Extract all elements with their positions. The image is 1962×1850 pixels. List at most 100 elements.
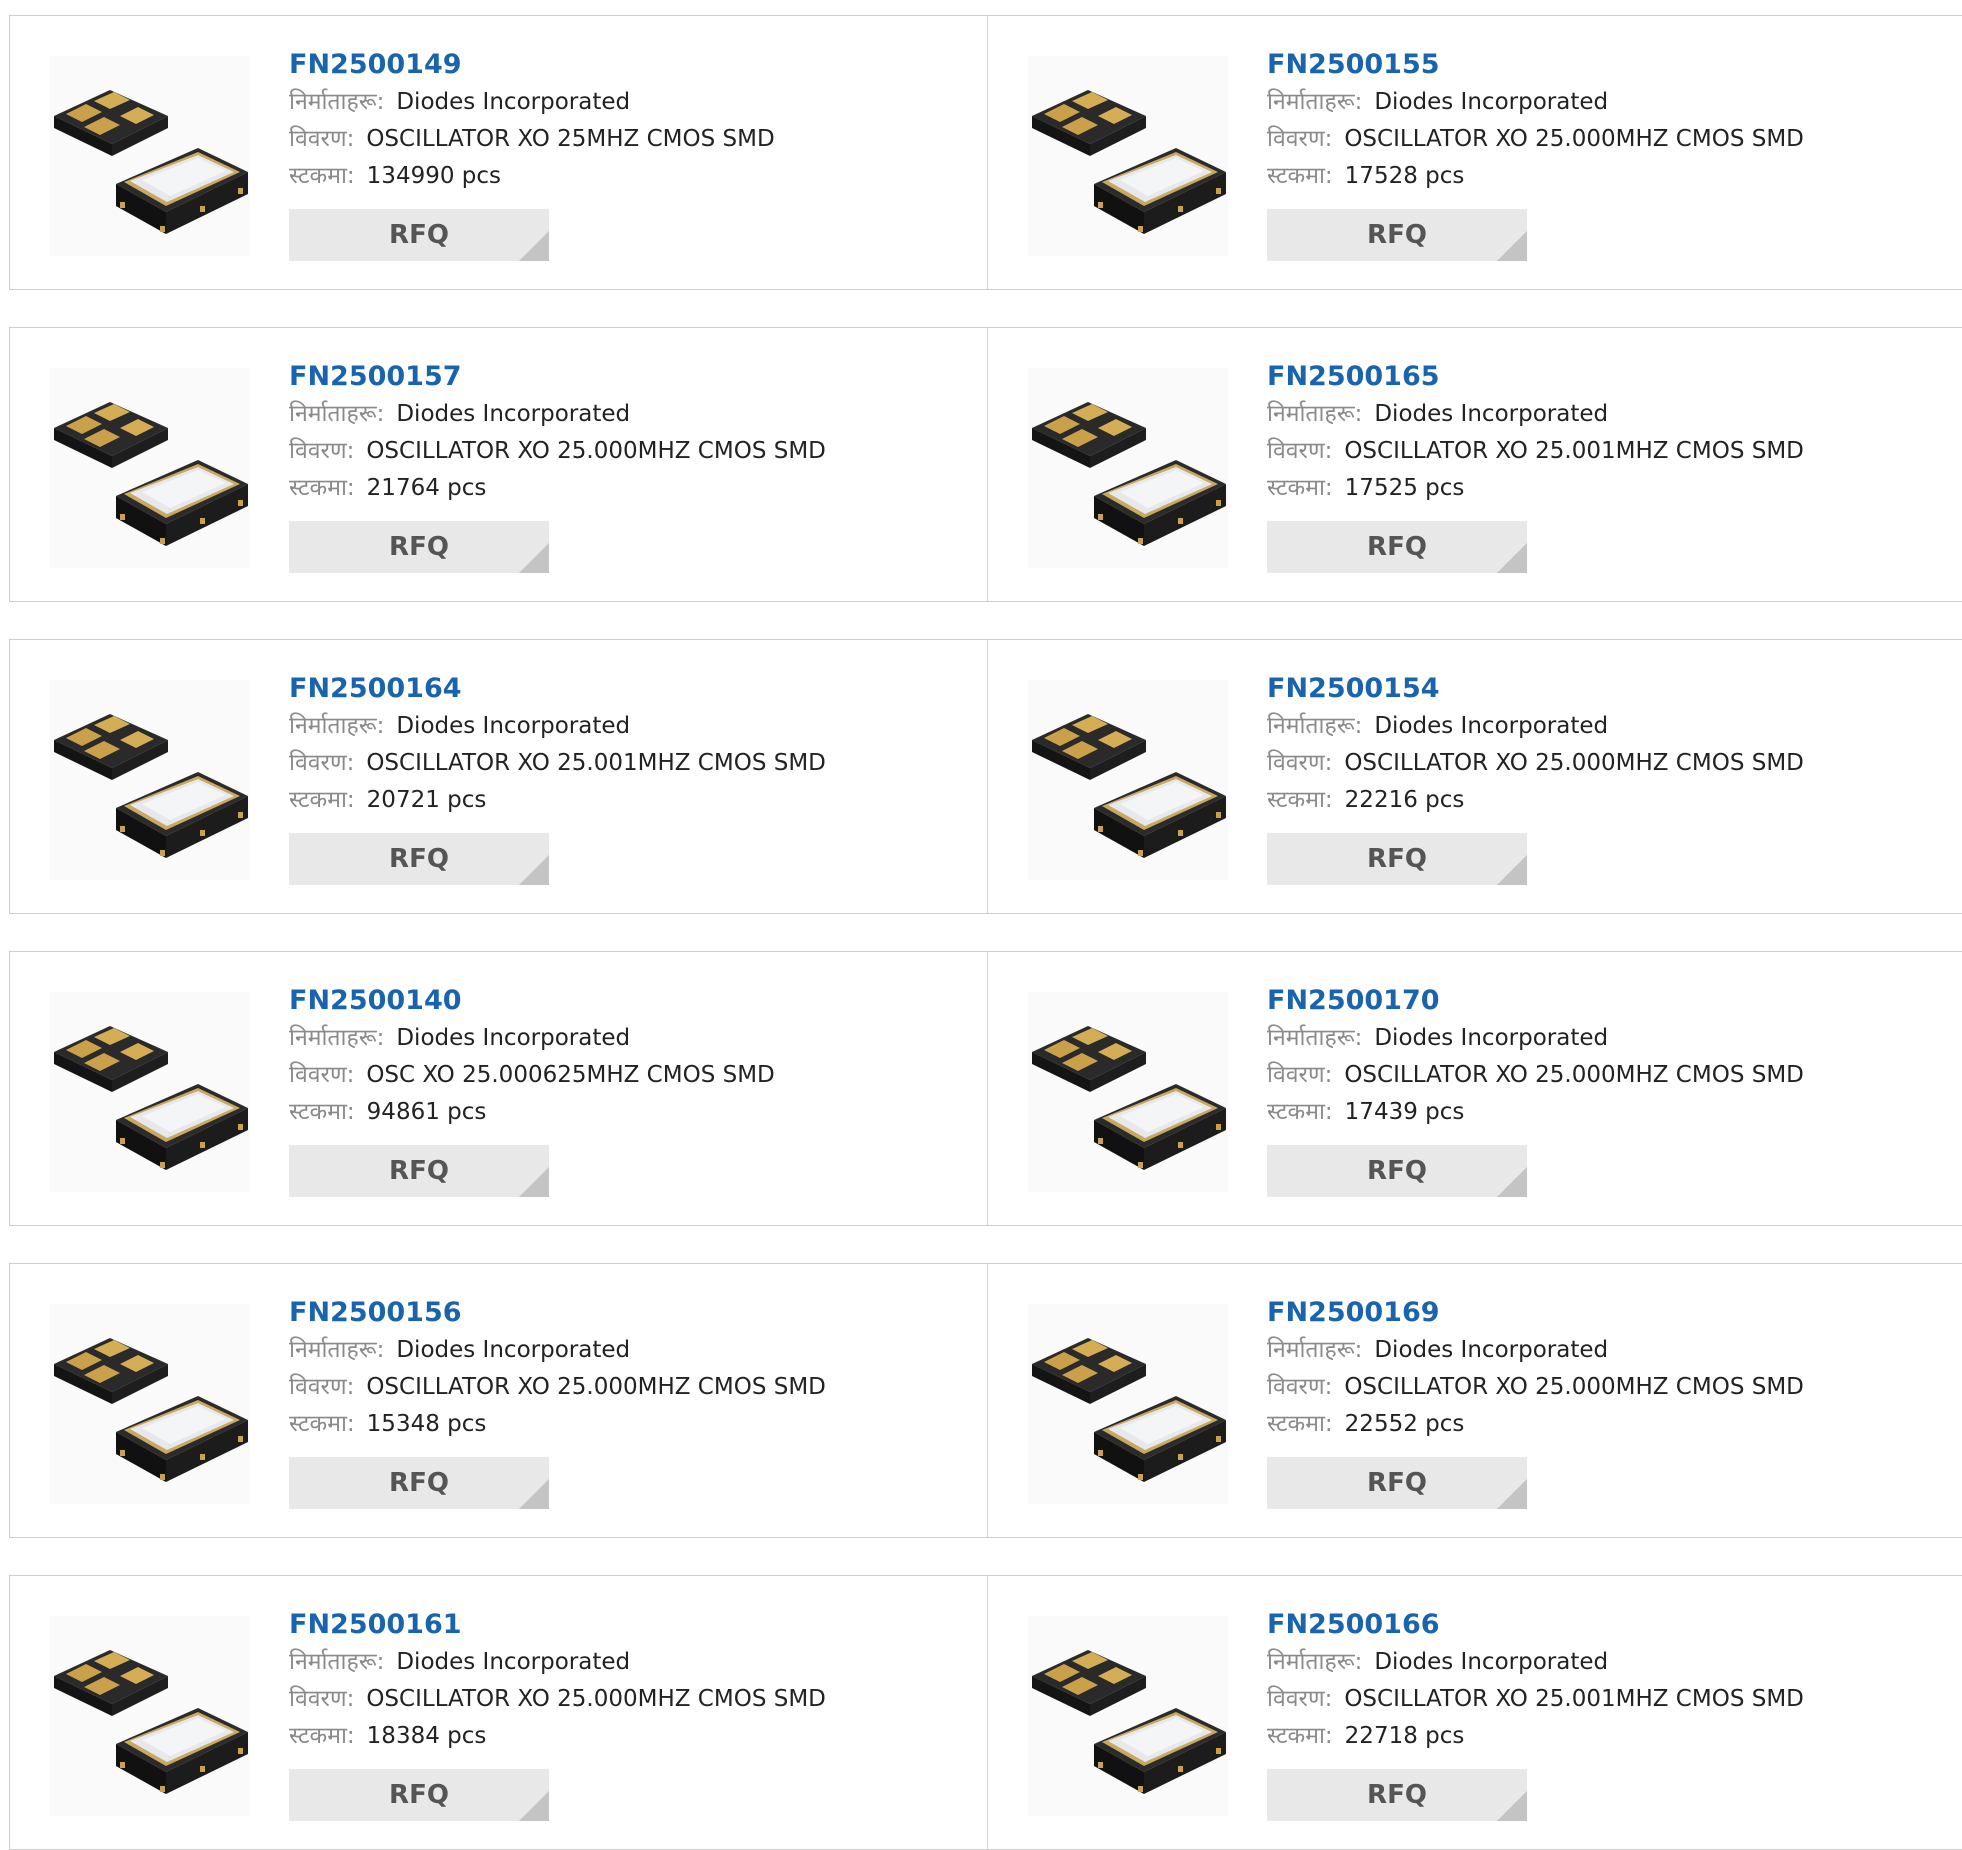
description-label: विवरण:: [289, 126, 355, 152]
product-row: FN2500164 निर्माताहरू: Diodes Incorporate…: [9, 639, 1962, 914]
stock-value: 18384 pcs: [366, 1723, 487, 1749]
description-label: विवरण:: [1267, 1374, 1333, 1400]
stock-label: स्टकमा:: [1267, 1723, 1333, 1749]
manufacturer-value: Diodes Incorporated: [396, 1337, 631, 1363]
product-card: FN2500161 निर्माताहरू: Diodes Incorporate…: [10, 1576, 988, 1849]
product-row: FN2500140 निर्माताहरू: Diodes Incorporate…: [9, 951, 1962, 1226]
stock-line: स्टकमा: 17439 pcs: [1267, 1094, 1804, 1131]
description-line: विवरण: OSCILLATOR XO 25.001MHZ CMOS SMD: [1267, 1681, 1804, 1718]
stock-line: स्टकमा: 22552 pcs: [1267, 1406, 1804, 1443]
description-line: विवरण: OSCILLATOR XO 25.000MHZ CMOS SMD: [289, 1681, 826, 1718]
part-number-link[interactable]: FN2500155: [1267, 46, 1804, 84]
stock-line: स्टकमा: 17525 pcs: [1267, 470, 1804, 507]
rfq-label: RFQ: [1367, 844, 1427, 874]
product-image[interactable]: [1028, 992, 1228, 1192]
product-image[interactable]: [50, 1304, 250, 1504]
rfq-corner-decoration: [519, 855, 549, 885]
part-number-link[interactable]: FN2500166: [1267, 1606, 1804, 1644]
rfq-corner-decoration: [519, 1479, 549, 1509]
description-line: विवरण: OSCILLATOR XO 25MHZ CMOS SMD: [289, 121, 775, 158]
rfq-button[interactable]: RFQ: [289, 1457, 549, 1509]
manufacturer-value: Diodes Incorporated: [1374, 1025, 1609, 1051]
rfq-button[interactable]: RFQ: [1267, 209, 1527, 261]
description-line: विवरण: OSCILLATOR XO 25.000MHZ CMOS SMD: [1267, 745, 1804, 782]
manufacturer-value: Diodes Incorporated: [396, 89, 631, 115]
product-image[interactable]: [50, 680, 250, 880]
rfq-label: RFQ: [389, 220, 449, 250]
rfq-corner-decoration: [1497, 855, 1527, 885]
part-number-link[interactable]: FN2500161: [289, 1606, 826, 1644]
manufacturer-label: निर्माताहरू:: [1267, 713, 1363, 739]
rfq-button[interactable]: RFQ: [1267, 833, 1527, 885]
description-value: OSCILLATOR XO 25.001MHZ CMOS SMD: [1344, 438, 1804, 464]
description-value: OSCILLATOR XO 25.001MHZ CMOS SMD: [366, 750, 826, 776]
stock-line: स्टकमा: 20721 pcs: [289, 782, 826, 819]
part-number-link[interactable]: FN2500164: [289, 670, 826, 708]
stock-label: स्टकमा:: [289, 1723, 355, 1749]
product-card: FN2500157 निर्माताहरू: Diodes Incorporate…: [10, 328, 988, 601]
rfq-button[interactable]: RFQ: [1267, 1457, 1527, 1509]
description-label: विवरण:: [1267, 750, 1333, 776]
product-card: FN2500169 निर्माताहरू: Diodes Incorporate…: [988, 1264, 1962, 1537]
product-image[interactable]: [50, 56, 250, 256]
product-row: FN2500161 निर्माताहरू: Diodes Incorporate…: [9, 1575, 1962, 1850]
stock-label: स्टकमा:: [1267, 163, 1333, 189]
stock-line: स्टकमा: 134990 pcs: [289, 158, 775, 195]
description-value: OSCILLATOR XO 25.000MHZ CMOS SMD: [1344, 1374, 1804, 1400]
rfq-button[interactable]: RFQ: [289, 521, 549, 573]
product-image[interactable]: [1028, 1616, 1228, 1816]
stock-value: 17439 pcs: [1344, 1099, 1465, 1125]
stock-line: स्टकमा: 17528 pcs: [1267, 158, 1804, 195]
rfq-corner-decoration: [1497, 1479, 1527, 1509]
part-number-link[interactable]: FN2500165: [1267, 358, 1804, 396]
description-value: OSCILLATOR XO 25.000MHZ CMOS SMD: [1344, 1062, 1804, 1088]
product-image[interactable]: [1028, 680, 1228, 880]
product-card: FN2500149 निर्माताहरू: Diodes Incorporate…: [10, 16, 988, 289]
rfq-button[interactable]: RFQ: [1267, 1145, 1527, 1197]
rfq-button[interactable]: RFQ: [289, 1145, 549, 1197]
rfq-corner-decoration: [1497, 1791, 1527, 1821]
part-number-link[interactable]: FN2500149: [289, 46, 775, 84]
manufacturer-line: निर्माताहरू: Diodes Incorporated: [1267, 708, 1804, 745]
description-value: OSCILLATOR XO 25.001MHZ CMOS SMD: [1344, 1686, 1804, 1712]
manufacturer-label: निर्माताहरू:: [289, 713, 385, 739]
product-image[interactable]: [50, 1616, 250, 1816]
manufacturer-line: निर्माताहरू: Diodes Incorporated: [289, 1020, 775, 1057]
stock-label: स्टकमा:: [289, 475, 355, 501]
description-label: विवरण:: [289, 1374, 355, 1400]
description-value: OSCILLATOR XO 25.000MHZ CMOS SMD: [1344, 750, 1804, 776]
product-image[interactable]: [50, 992, 250, 1192]
description-line: विवरण: OSCILLATOR XO 25.000MHZ CMOS SMD: [289, 433, 826, 470]
part-number-link[interactable]: FN2500140: [289, 982, 775, 1020]
product-image[interactable]: [50, 368, 250, 568]
product-row: FN2500149 निर्माताहरू: Diodes Incorporate…: [9, 15, 1962, 290]
product-card: FN2500164 निर्माताहरू: Diodes Incorporate…: [10, 640, 988, 913]
product-image[interactable]: [1028, 368, 1228, 568]
description-line: विवरण: OSC XO 25.000625MHZ CMOS SMD: [289, 1057, 775, 1094]
part-number-link[interactable]: FN2500157: [289, 358, 826, 396]
description-line: विवरण: OSCILLATOR XO 25.000MHZ CMOS SMD: [1267, 1057, 1804, 1094]
description-value: OSCILLATOR XO 25.000MHZ CMOS SMD: [366, 1686, 826, 1712]
product-image[interactable]: [1028, 56, 1228, 256]
stock-line: स्टकमा: 18384 pcs: [289, 1718, 826, 1755]
stock-line: स्टकमा: 15348 pcs: [289, 1406, 826, 1443]
rfq-button[interactable]: RFQ: [289, 209, 549, 261]
rfq-button[interactable]: RFQ: [1267, 521, 1527, 573]
description-line: विवरण: OSCILLATOR XO 25.001MHZ CMOS SMD: [289, 745, 826, 782]
description-label: विवरण:: [289, 750, 355, 776]
rfq-button[interactable]: RFQ: [289, 1769, 549, 1821]
rfq-button[interactable]: RFQ: [1267, 1769, 1527, 1821]
part-number-link[interactable]: FN2500169: [1267, 1294, 1804, 1332]
product-card: FN2500165 निर्माताहरू: Diodes Incorporate…: [988, 328, 1962, 601]
part-number-link[interactable]: FN2500154: [1267, 670, 1804, 708]
manufacturer-label: निर्माताहरू:: [289, 1025, 385, 1051]
manufacturer-line: निर्माताहरू: Diodes Incorporated: [1267, 84, 1804, 121]
part-number-link[interactable]: FN2500170: [1267, 982, 1804, 1020]
stock-label: स्टकमा:: [289, 163, 355, 189]
rfq-button[interactable]: RFQ: [289, 833, 549, 885]
manufacturer-line: निर्माताहरू: Diodes Incorporated: [289, 84, 775, 121]
product-image[interactable]: [1028, 1304, 1228, 1504]
rfq-corner-decoration: [519, 543, 549, 573]
part-number-link[interactable]: FN2500156: [289, 1294, 826, 1332]
manufacturer-label: निर्माताहरू:: [289, 1337, 385, 1363]
